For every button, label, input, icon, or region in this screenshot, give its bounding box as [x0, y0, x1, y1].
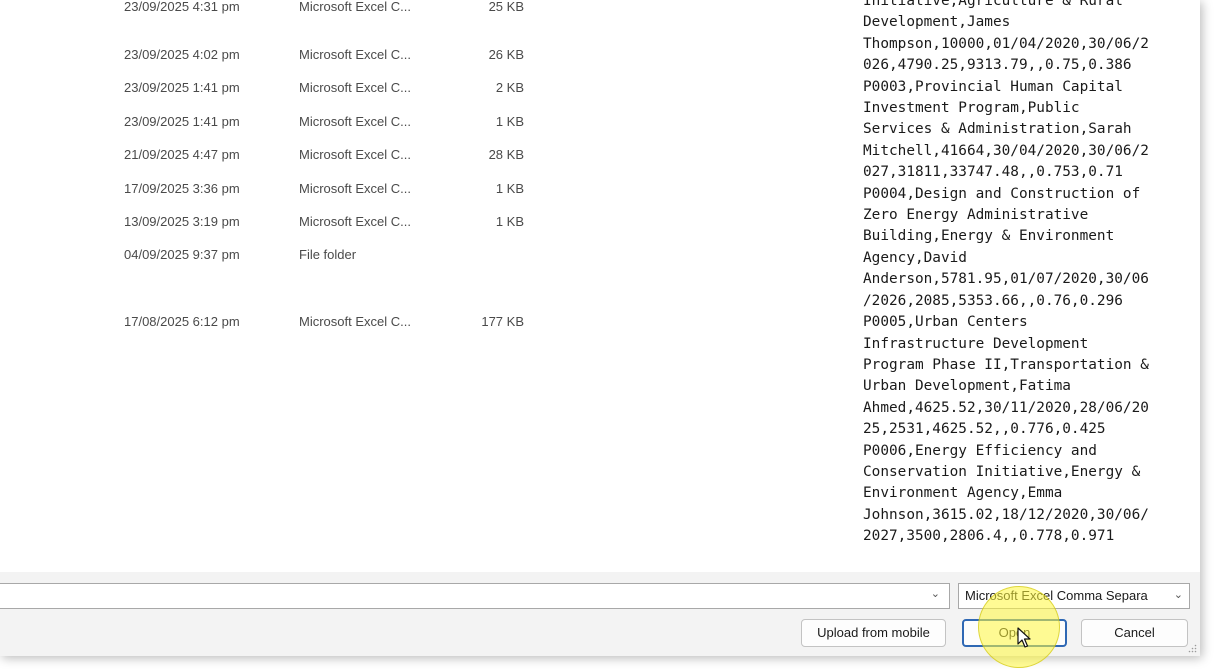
file-type: Microsoft Excel C...	[299, 114, 411, 129]
file-date: 21/09/2025 4:47 pm	[124, 147, 240, 162]
file-size: 2 KB	[495, 80, 524, 95]
file-type: Microsoft Excel C...	[299, 0, 411, 14]
cancel-button[interactable]: Cancel	[1081, 619, 1188, 647]
file-date: 23/09/2025 4:31 pm	[124, 0, 240, 14]
file-date: 17/09/2025 3:36 pm	[124, 181, 240, 196]
file-date: 23/09/2025 1:41 pm	[124, 80, 240, 95]
file-row[interactable]: 17/08/2025 6:12 pm Microsoft Excel C... 17…	[0, 306, 850, 336]
file-row[interactable]: 17/09/2025 3:36 pm Microsoft Excel C... 1 …	[0, 173, 850, 203]
preview-pane: Initiative,Agriculture & Rural Developme…	[855, 0, 1195, 570]
chevron-down-icon[interactable]: ⌄	[1171, 588, 1183, 601]
file-row[interactable]: 23/09/2025 4:02 pm Microsoft Excel C... 26…	[0, 39, 850, 69]
file-row[interactable]: 13/09/2025 3:19 pm Microsoft Excel C... 1 …	[0, 206, 850, 236]
file-date: 04/09/2025 9:37 pm	[124, 247, 240, 262]
file-row[interactable]: 23/09/2025 4:31 pm Microsoft Excel C... 25…	[0, 0, 850, 21]
preview-text: Initiative,Agriculture & Rural Developme…	[863, 0, 1149, 545]
file-date: 23/09/2025 1:41 pm	[124, 114, 240, 129]
file-type: Microsoft Excel C...	[299, 147, 411, 162]
file-size: 26 KB	[488, 47, 524, 62]
file-date: 17/08/2025 6:12 pm	[124, 314, 240, 329]
file-size: 25 KB	[488, 0, 524, 14]
file-size: 1 KB	[495, 214, 524, 229]
resize-grip-icon[interactable]	[1188, 644, 1197, 653]
file-type: File folder	[299, 247, 357, 262]
upload-from-mobile-button[interactable]: Upload from mobile	[801, 619, 946, 647]
file-date: 23/09/2025 4:02 pm	[124, 47, 240, 62]
file-type: Microsoft Excel C...	[299, 214, 411, 229]
file-type: Microsoft Excel C...	[299, 314, 411, 329]
open-button[interactable]: Open	[962, 619, 1067, 647]
file-type: Microsoft Excel C...	[299, 181, 411, 196]
file-date: 13/09/2025 3:19 pm	[124, 214, 240, 229]
file-open-dialog: 23/09/2025 4:31 pm Microsoft Excel C... 25…	[0, 0, 1200, 656]
file-row[interactable]: 23/09/2025 1:41 pm Microsoft Excel C... 1 …	[0, 106, 850, 136]
chevron-down-icon[interactable]: ⌄	[931, 587, 940, 600]
file-size: 177 KB	[481, 314, 524, 329]
file-row[interactable]: 23/09/2025 1:41 pm Microsoft Excel C... 2 …	[0, 72, 850, 102]
file-size: 28 KB	[488, 147, 524, 162]
file-size: 1 KB	[495, 114, 524, 129]
file-size: 1 KB	[495, 181, 524, 196]
file-row[interactable]: 21/09/2025 4:47 pm Microsoft Excel C... 28…	[0, 139, 850, 169]
file-list[interactable]: 23/09/2025 4:31 pm Microsoft Excel C... 25…	[0, 0, 850, 570]
file-type: Microsoft Excel C...	[299, 80, 411, 95]
filename-input[interactable]: ⌄	[0, 583, 950, 609]
file-row[interactable]: 04/09/2025 9:37 pm File folder	[0, 239, 850, 269]
file-type: Microsoft Excel C...	[299, 47, 411, 62]
mouse-pointer-icon	[1017, 627, 1031, 648]
filetype-selected: Microsoft Excel Comma Separa	[965, 588, 1148, 603]
filetype-select[interactable]: Microsoft Excel Comma Separa ⌄	[958, 583, 1190, 609]
